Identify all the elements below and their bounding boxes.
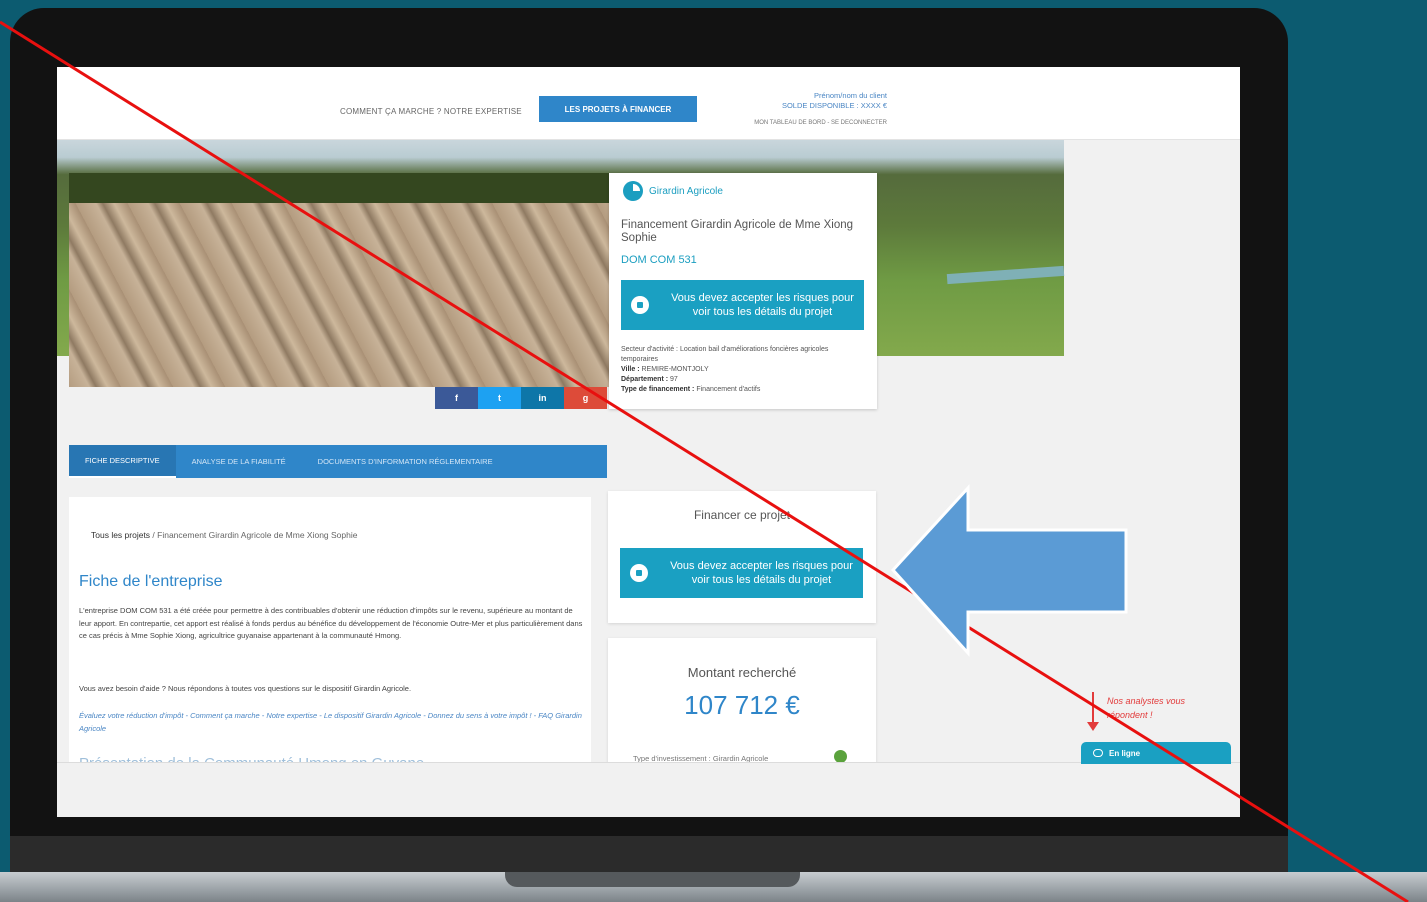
client-links[interactable]: MON TABLEAU DE BORD - SE DECONNECTER	[707, 120, 887, 126]
project-photo	[69, 173, 609, 387]
funding-value: Financement d'actifs	[696, 386, 761, 393]
chat-bubble-icon	[1093, 749, 1103, 757]
client-balance: SOLDE DISPONIBLE : XXXX €	[781, 101, 887, 110]
amount-label: Montant recherché	[687, 665, 797, 680]
annotation-down-arrow-icon	[1087, 692, 1099, 731]
project-summary-card: Girardin Agricole Financement Girardin A…	[609, 173, 877, 409]
city-label: Ville :	[621, 366, 640, 373]
facebook-share-button[interactable]: f	[435, 387, 478, 409]
funding-label: Type de financement :	[621, 386, 695, 393]
tab-fiche-descriptive[interactable]: FICHE DESCRIPTIVE	[69, 445, 176, 478]
live-chat-label: En ligne	[1109, 748, 1141, 758]
projects-to-finance-button[interactable]: LES PROJETS À FINANCER	[539, 96, 697, 122]
company-description: L'entreprise DOM COM 531 a été créée pou…	[79, 606, 583, 640]
nav-links[interactable]: COMMENT ÇA MARCHE ? NOTRE EXPERTISE	[340, 107, 522, 116]
finance-project-panel: Financer ce projet Vous devez accepter l…	[608, 491, 876, 623]
amount-value: 107 712 €	[684, 690, 800, 720]
twitter-share-button[interactable]: t	[478, 387, 521, 409]
finance-accept-risks-button[interactable]: Vous devez accepter les risques pour voi…	[620, 548, 863, 598]
project-description-panel: Tous les projets / Financement Girardin …	[69, 497, 591, 772]
breadcrumb-current: / Financement Girardin Agricole de Mme X…	[150, 530, 358, 540]
client-name: Prénom/nom du client	[814, 91, 887, 100]
breadcrumb-all-projects[interactable]: Tous les projets	[91, 530, 150, 540]
project-reference: DOM COM 531	[621, 254, 697, 266]
help-text: Vous avez besoin d'aide ? Nous répondons…	[79, 684, 412, 693]
live-chat-button[interactable]: En ligne	[1081, 742, 1231, 764]
breadcrumb: Tous les projets / Financement Girardin …	[91, 530, 357, 540]
pie-chart-icon	[623, 181, 643, 201]
accept-risks-button[interactable]: Vous devez accepter les risques pour voi…	[621, 280, 864, 330]
city-value: REMIRE-MONTJOLY	[641, 366, 709, 373]
finance-accept-risks-label: Vous devez accepter les risques pour voi…	[670, 560, 853, 586]
lock-icon	[630, 564, 648, 582]
analysts-annotation: Nos analystes vous répondent !	[1107, 696, 1186, 720]
site-header: COMMENT ÇA MARCHE ? NOTRE EXPERTISE LES …	[57, 67, 1240, 140]
sector-label: Secteur d'activité :	[621, 346, 678, 353]
page-footer-area	[57, 762, 1240, 817]
laptop-screen: COMMENT ÇA MARCHE ? NOTRE EXPERTISE LES …	[57, 67, 1240, 817]
social-share-bar: f t in g	[435, 387, 607, 409]
department-label: Département :	[621, 376, 669, 383]
amount-panel: Montant recherché 107 712 € Type d'inves…	[608, 638, 876, 768]
laptop-notch	[505, 872, 800, 887]
lock-icon	[631, 296, 649, 314]
hero-river	[946, 265, 1065, 285]
linkedin-share-button[interactable]: in	[521, 387, 564, 409]
department-value: 97	[670, 376, 678, 383]
project-type: Girardin Agricole	[623, 181, 723, 201]
related-links[interactable]: Évaluez votre réduction d'impôt - Commen…	[79, 710, 584, 735]
project-title: Financement Girardin Agricole de Mme Xio…	[621, 219, 854, 244]
tab-analyse-fiabilite[interactable]: ANALYSE DE LA FIABILITÉ	[176, 445, 302, 478]
tab-documents-information[interactable]: DOCUMENTS D'INFORMATION RÉGLEMENTAIRE	[302, 445, 509, 478]
google-share-button[interactable]: g	[564, 387, 607, 409]
project-tabs: FICHE DESCRIPTIVE ANALYSE DE LA FIABILIT…	[69, 445, 607, 478]
accept-risks-label: Vous devez accepter les risques pour voi…	[671, 292, 854, 318]
laptop-bezel	[10, 836, 1288, 876]
finance-title: Financer ce projet	[693, 508, 791, 522]
section-title: Fiche de l'entreprise	[79, 573, 223, 590]
project-details: Secteur d'activité : Location bail d'amé…	[621, 345, 861, 395]
project-type-label: Girardin Agricole	[649, 185, 723, 197]
client-info: Prénom/nom du client SOLDE DISPONIBLE : …	[707, 91, 887, 111]
